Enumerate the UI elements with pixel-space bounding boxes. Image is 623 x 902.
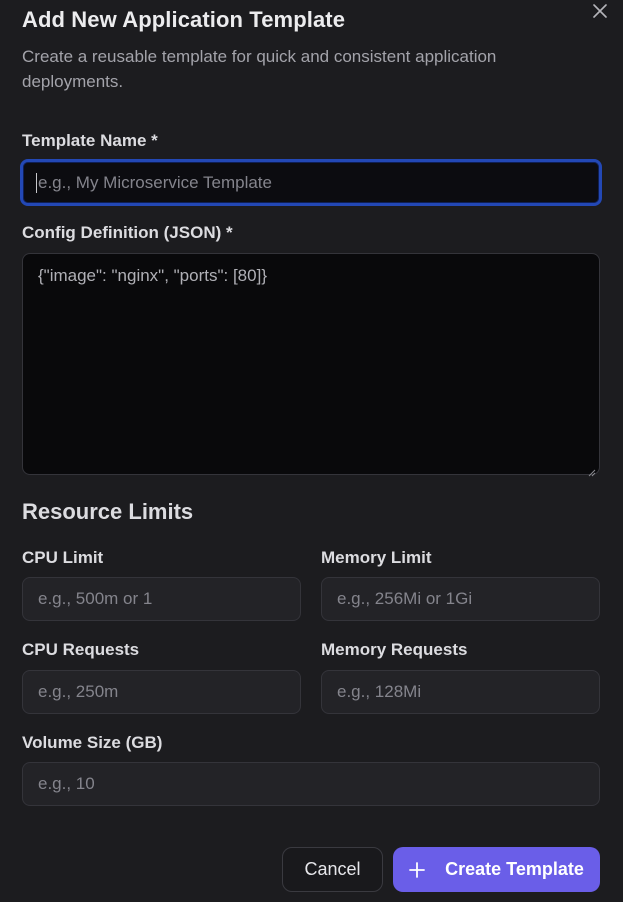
add-template-dialog: Add New Application Template Create a re… bbox=[0, 0, 623, 902]
config-definition-label: Config Definition (JSON) * bbox=[22, 223, 233, 242]
resource-limits-heading: Resource Limits bbox=[22, 499, 194, 524]
create-template-button[interactable]: Create Template bbox=[393, 847, 600, 892]
template-name-label: Template Name * bbox=[22, 131, 158, 150]
memory-requests-placeholder: e.g., 128Mi bbox=[337, 682, 422, 701]
memory-limit-placeholder: e.g., 256Mi or 1Gi bbox=[337, 589, 473, 608]
volume-size-input[interactable]: e.g., 10 bbox=[22, 762, 600, 806]
text-caret bbox=[36, 172, 37, 193]
template-name-placeholder: e.g., My Microservice Template bbox=[38, 172, 272, 192]
cpu-requests-placeholder: e.g., 250m bbox=[38, 682, 119, 701]
cpu-requests-label: CPU Requests bbox=[22, 640, 140, 659]
memory-limit-label: Memory Limit bbox=[321, 548, 432, 567]
create-template-label: Create Template bbox=[445, 859, 584, 879]
memory-requests-input[interactable]: e.g., 128Mi bbox=[321, 670, 600, 714]
memory-requests-label: Memory Requests bbox=[321, 640, 468, 659]
dialog-title: Add New Application Template bbox=[22, 7, 346, 32]
cpu-limit-input[interactable]: e.g., 500m or 1 bbox=[22, 577, 301, 621]
dialog-description: Create a reusable template for quick and… bbox=[22, 47, 497, 91]
close-icon bbox=[593, 4, 607, 18]
config-definition-textarea[interactable]: {"image": "nginx", "ports": [80]} bbox=[22, 253, 600, 477]
memory-limit-input[interactable]: e.g., 256Mi or 1Gi bbox=[321, 577, 600, 621]
config-definition-placeholder: {"image": "nginx", "ports": [80]} bbox=[38, 266, 267, 285]
cpu-limit-placeholder: e.g., 500m or 1 bbox=[38, 589, 153, 608]
cpu-limit-label: CPU Limit bbox=[22, 548, 104, 567]
volume-size-placeholder: e.g., 10 bbox=[38, 774, 95, 793]
plus-icon bbox=[409, 861, 426, 878]
cpu-requests-input[interactable]: e.g., 250m bbox=[22, 670, 301, 714]
template-name-input[interactable]: e.g., My Microservice Template bbox=[20, 159, 602, 206]
volume-size-label: Volume Size (GB) bbox=[22, 733, 163, 752]
resize-handle-icon[interactable] bbox=[587, 462, 596, 477]
cancel-button[interactable]: Cancel bbox=[282, 847, 383, 892]
close-button[interactable] bbox=[589, 0, 611, 22]
